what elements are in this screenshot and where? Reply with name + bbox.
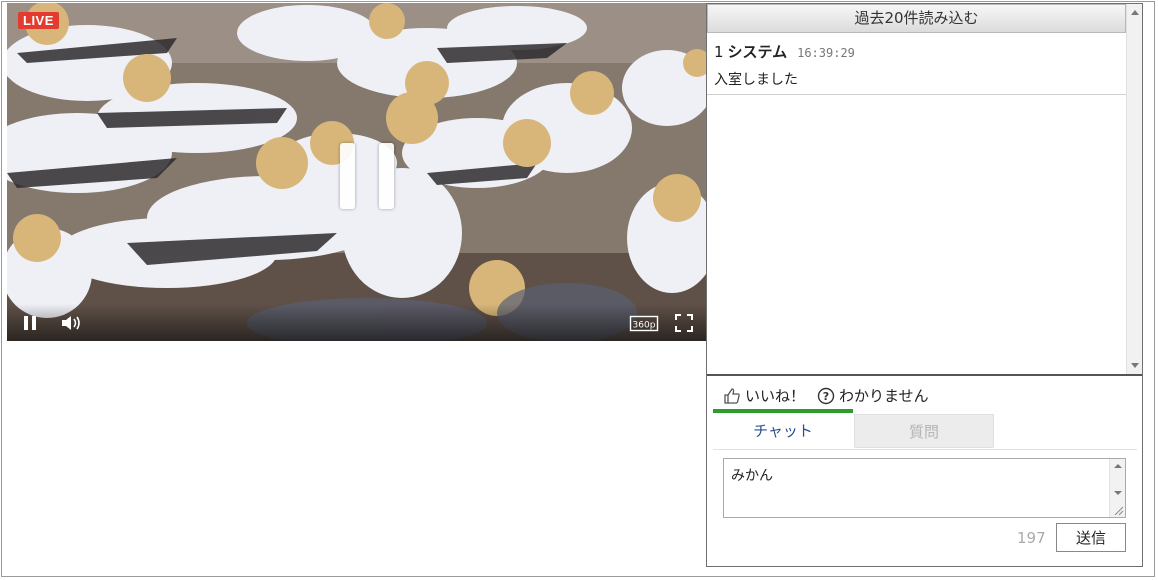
question-circle-icon: ? — [817, 387, 835, 404]
chat-log-scrollbar[interactable] — [1126, 4, 1142, 374]
video-control-bar: 360p — [7, 304, 706, 341]
message-number: 1 — [714, 43, 724, 61]
chat-tabs: チャット 質問 — [713, 409, 1133, 449]
scroll-up-icon[interactable] — [1131, 10, 1139, 15]
live-badge: LIVE — [18, 12, 59, 29]
quality-label: 360p — [633, 321, 656, 331]
like-button[interactable]: いいね！ — [723, 385, 805, 406]
pause-bar — [379, 143, 394, 209]
resize-grip-icon[interactable] — [1112, 504, 1124, 516]
chat-panel: 過去20件読み込む 1 システム 16:39:29 入室しました いいね！ ? わ — [706, 3, 1143, 567]
char-counter: 197 — [1017, 529, 1046, 547]
chat-input-scrollbar[interactable] — [1109, 459, 1125, 517]
quality-icon[interactable]: 360p — [629, 312, 659, 334]
message-time: 16:39:29 — [797, 46, 855, 60]
like-label: いいね！ — [745, 387, 806, 405]
chat-input[interactable]: みかん — [724, 459, 1109, 517]
message-text: 入室しました — [714, 72, 798, 88]
chat-message-header: 1 システム 16:39:29 — [714, 41, 855, 62]
pause-bar — [340, 143, 355, 209]
pause-icon[interactable] — [19, 312, 41, 334]
send-button[interactable]: 送信 — [1056, 523, 1126, 552]
chat-message: 1 システム 16:39:29 入室しました — [707, 35, 1126, 95]
thumbs-up-icon — [724, 387, 740, 404]
tabs-divider — [713, 449, 1137, 450]
tab-question[interactable]: 質問 — [854, 414, 994, 448]
scroll-down-icon[interactable] — [1131, 363, 1139, 368]
message-user: システム — [727, 43, 788, 61]
center-pause-icon[interactable] — [340, 143, 394, 209]
fullscreen-icon[interactable] — [673, 312, 695, 334]
reaction-bar: いいね！ ? わかりません — [723, 385, 941, 406]
chat-log[interactable]: 過去20件読み込む 1 システム 16:39:29 入室しました — [707, 4, 1142, 376]
scroll-down-icon[interactable] — [1114, 491, 1122, 495]
scroll-up-icon[interactable] — [1114, 464, 1122, 468]
dont-understand-label: わかりません — [839, 387, 929, 405]
load-history-button[interactable]: 過去20件読み込む — [707, 4, 1126, 33]
svg-text:?: ? — [823, 390, 829, 403]
dont-understand-button[interactable]: ? わかりません — [817, 385, 929, 406]
volume-icon[interactable] — [59, 312, 81, 334]
tab-chat[interactable]: チャット — [713, 414, 853, 448]
video-player[interactable]: LIVE 360p — [7, 3, 706, 341]
chat-input-box: みかん — [723, 458, 1126, 518]
active-tab-indicator — [713, 409, 853, 413]
